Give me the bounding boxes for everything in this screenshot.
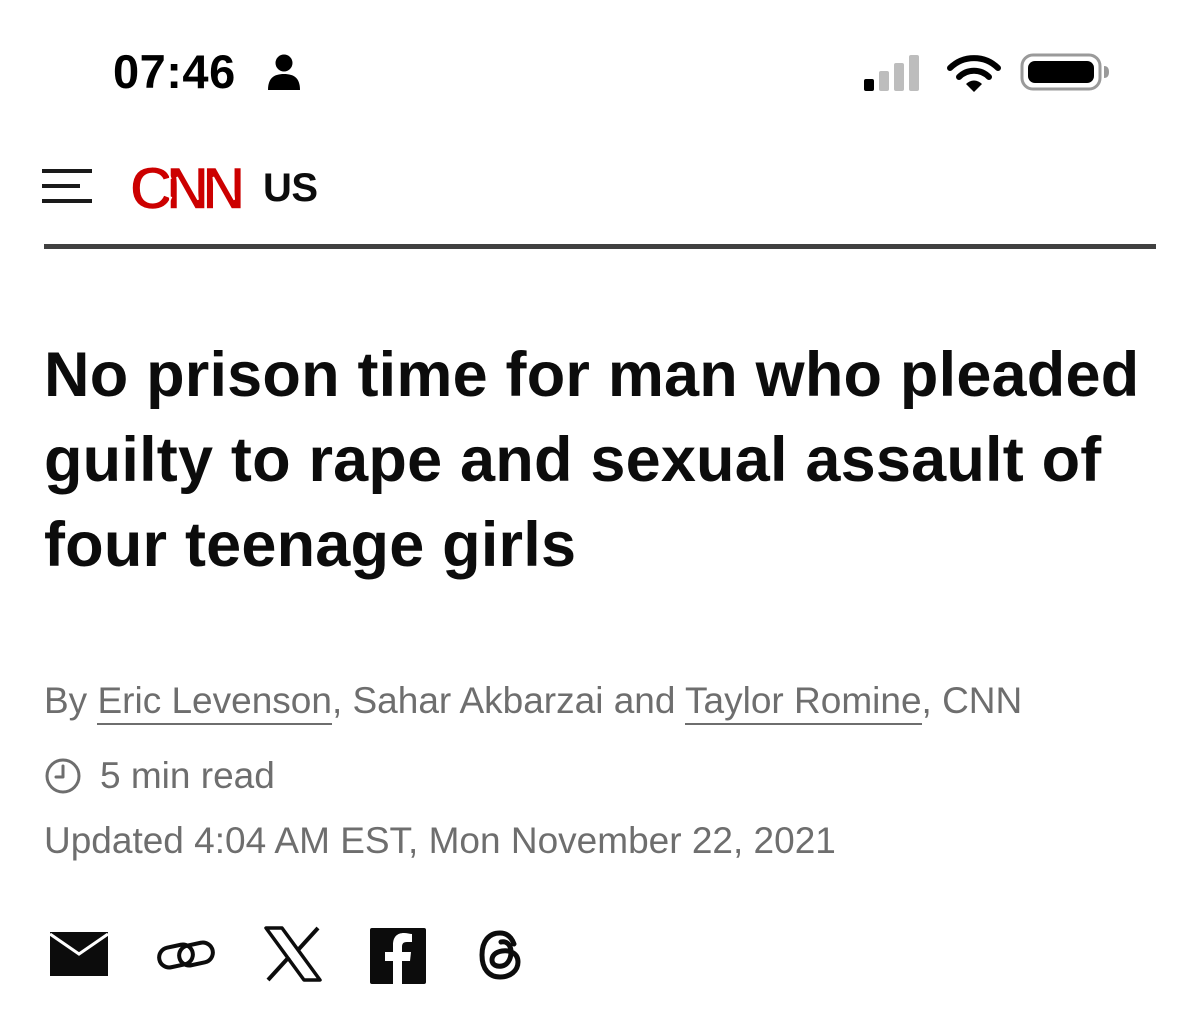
byline-prefix: By xyxy=(44,680,98,721)
read-time-label: 5 min read xyxy=(100,755,275,796)
battery-icon xyxy=(1020,53,1109,91)
email-icon[interactable] xyxy=(50,932,108,976)
svg-text:CNN: CNN xyxy=(130,155,243,220)
article-byline: By Eric Levenson, Sahar Akbarzai and Tay… xyxy=(44,680,1023,725)
status-bar: 07:46 xyxy=(0,0,1200,140)
x-icon[interactable] xyxy=(264,926,322,982)
status-time: 07:46 xyxy=(113,45,236,98)
read-time: 5 min read xyxy=(44,754,275,798)
share-bar xyxy=(0,920,1200,990)
author-link-eric-levenson[interactable]: Eric Levenson xyxy=(97,680,332,725)
threads-icon[interactable] xyxy=(476,928,526,982)
link-icon[interactable] xyxy=(156,938,216,972)
section-label[interactable]: US xyxy=(263,166,318,211)
hamburger-menu-icon[interactable] xyxy=(40,165,94,207)
author-link-taylor-romine[interactable]: Taylor Romine xyxy=(685,680,922,725)
person-icon xyxy=(268,54,300,90)
byline-suffix: , CNN xyxy=(921,680,1023,721)
wifi-icon xyxy=(947,55,1001,92)
article-headline: No prison time for man who pleaded guilt… xyxy=(44,340,1140,580)
site-header: CNN US xyxy=(0,140,1200,250)
byline-middle: , Sahar Akbarzai and xyxy=(331,680,686,721)
facebook-icon[interactable] xyxy=(370,928,426,984)
updated-timestamp: Updated 4:04 AM EST, Mon November 22, 20… xyxy=(44,820,836,861)
header-divider xyxy=(44,244,1156,249)
clock-icon xyxy=(45,758,81,794)
cnn-logo[interactable]: CNN xyxy=(120,154,252,220)
cellular-signal-icon xyxy=(864,55,919,91)
